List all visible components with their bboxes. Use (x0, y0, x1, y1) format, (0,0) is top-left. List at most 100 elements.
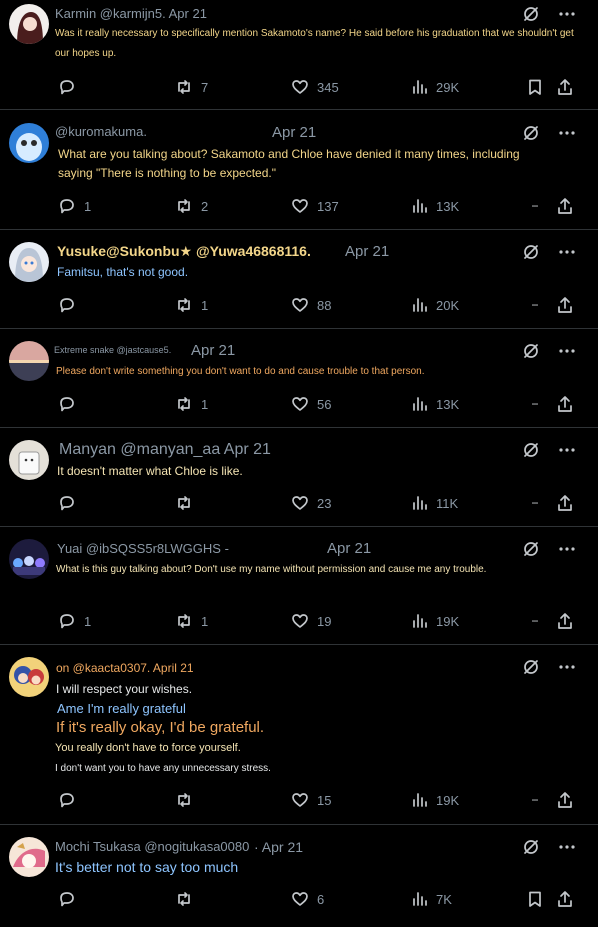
share-icon (558, 891, 572, 907)
views-icon (413, 298, 427, 312)
share-button[interactable] (556, 395, 574, 413)
more-actions-button[interactable] (526, 197, 544, 215)
views-button[interactable]: 13K (410, 395, 459, 413)
grok-icon[interactable] (522, 838, 540, 856)
avatar[interactable] (9, 242, 49, 282)
post[interactable]: Karmin @karmijn5. Apr 21 Was it really n… (0, 0, 598, 110)
more-actions-button[interactable] (526, 791, 544, 809)
view-count: 29K (436, 79, 460, 95)
repost-button[interactable]: 1 (175, 296, 208, 314)
share-button[interactable] (556, 890, 574, 908)
grok-icon[interactable] (522, 658, 540, 676)
avatar[interactable] (9, 123, 49, 163)
post-date: · Apr 21 (254, 839, 304, 855)
share-button[interactable] (556, 197, 574, 215)
ellipsis-icon (532, 205, 538, 207)
like-button[interactable]: 19 (291, 612, 331, 630)
ellipsis-icon (532, 502, 538, 504)
more-options-icon[interactable] (558, 441, 576, 459)
like-count: 56 (317, 396, 332, 412)
post-header: Mochi Tsukasa @nogitukasa0080 (55, 839, 250, 854)
repost-button[interactable]: 1 (175, 612, 208, 630)
reply-button[interactable] (58, 395, 84, 413)
post[interactable]: @kuromakuma. Apr 21 What are you talking… (0, 110, 598, 230)
bookmark-button[interactable] (526, 890, 544, 908)
like-button[interactable]: 15 (291, 791, 331, 809)
grok-icon[interactable] (522, 243, 540, 261)
reply-button[interactable] (58, 78, 84, 96)
heart-icon (292, 298, 308, 312)
post[interactable]: Mochi Tsukasa @nogitukasa0080 · Apr 21 I… (0, 825, 598, 927)
ellipsis-icon (532, 403, 538, 405)
post[interactable]: Yusuke@Sukonbu★ @Yuwa46868116. Apr 21 Fa… (0, 230, 598, 329)
more-options-icon[interactable] (558, 243, 576, 261)
post-text-line: saying "There is nothing to be expected.… (58, 166, 276, 180)
more-options-icon[interactable] (558, 838, 576, 856)
post[interactable]: on @kaacta0307. April 21 I will respect … (0, 645, 598, 825)
share-button[interactable] (556, 791, 574, 809)
views-button[interactable]: 19K (410, 791, 459, 809)
reply-button[interactable] (58, 890, 84, 908)
avatar[interactable] (9, 341, 49, 381)
like-button[interactable]: 6 (291, 890, 324, 908)
post[interactable]: Yuai @ibSQSS5r8LWGGHS - Apr 21 What is t… (0, 527, 598, 645)
reply-icon (60, 496, 74, 511)
more-options-icon[interactable] (558, 540, 576, 558)
avatar[interactable] (9, 837, 49, 877)
like-button[interactable]: 345 (291, 78, 339, 96)
views-button[interactable]: 20K (410, 296, 459, 314)
grok-icon[interactable] (522, 5, 540, 23)
views-button[interactable]: 7K (410, 890, 452, 908)
post[interactable]: Manyan @manyan_aa Apr 21 It doesn't matt… (0, 428, 598, 527)
grok-icon[interactable] (522, 540, 540, 558)
more-options-icon[interactable] (558, 5, 576, 23)
repost-button[interactable] (175, 791, 201, 809)
view-count: 19K (436, 613, 460, 629)
like-button[interactable]: 56 (291, 395, 331, 413)
like-button[interactable]: 23 (291, 494, 331, 512)
reply-button[interactable] (58, 494, 84, 512)
repost-icon (178, 496, 190, 510)
reply-button[interactable]: 1 (58, 197, 91, 215)
grok-icon[interactable] (522, 124, 540, 142)
avatar[interactable] (9, 4, 49, 44)
share-icon (558, 792, 572, 808)
more-options-icon[interactable] (558, 124, 576, 142)
like-count: 15 (317, 792, 332, 808)
more-options-icon[interactable] (558, 342, 576, 360)
reply-button[interactable]: 1 (58, 612, 91, 630)
repost-button[interactable]: 7 (175, 78, 208, 96)
more-actions-button[interactable] (526, 494, 544, 512)
like-button[interactable]: 88 (291, 296, 331, 314)
post[interactable]: Extreme snake @jastcause5. Apr 21 Please… (0, 329, 598, 428)
like-button[interactable]: 137 (291, 197, 339, 215)
avatar[interactable] (9, 539, 49, 579)
avatar[interactable] (9, 440, 49, 480)
repost-button[interactable]: 1 (175, 395, 208, 413)
more-actions-button[interactable] (526, 612, 544, 630)
views-button[interactable]: 29K (410, 78, 459, 96)
views-button[interactable]: 11K (410, 494, 458, 512)
bookmark-button[interactable] (526, 78, 544, 96)
more-actions-button[interactable] (526, 296, 544, 314)
ellipsis-icon (532, 799, 538, 801)
repost-button[interactable] (175, 890, 201, 908)
grok-icon[interactable] (522, 342, 540, 360)
share-button[interactable] (556, 494, 574, 512)
more-actions-button[interactable] (526, 395, 544, 413)
views-button[interactable]: 19K (410, 612, 459, 630)
post-text-line: Ame I'm really grateful (57, 701, 186, 716)
share-button[interactable] (556, 296, 574, 314)
grok-icon[interactable] (522, 441, 540, 459)
more-options-icon[interactable] (558, 658, 576, 676)
reply-button[interactable] (58, 791, 84, 809)
reply-button[interactable] (58, 296, 84, 314)
repost-button[interactable] (175, 494, 201, 512)
repost-button[interactable]: 2 (175, 197, 208, 215)
share-icon (558, 198, 572, 214)
views-button[interactable]: 13K (410, 197, 459, 215)
avatar[interactable] (9, 657, 49, 697)
share-button[interactable] (556, 78, 574, 96)
share-button[interactable] (556, 612, 574, 630)
view-count: 19K (436, 792, 460, 808)
